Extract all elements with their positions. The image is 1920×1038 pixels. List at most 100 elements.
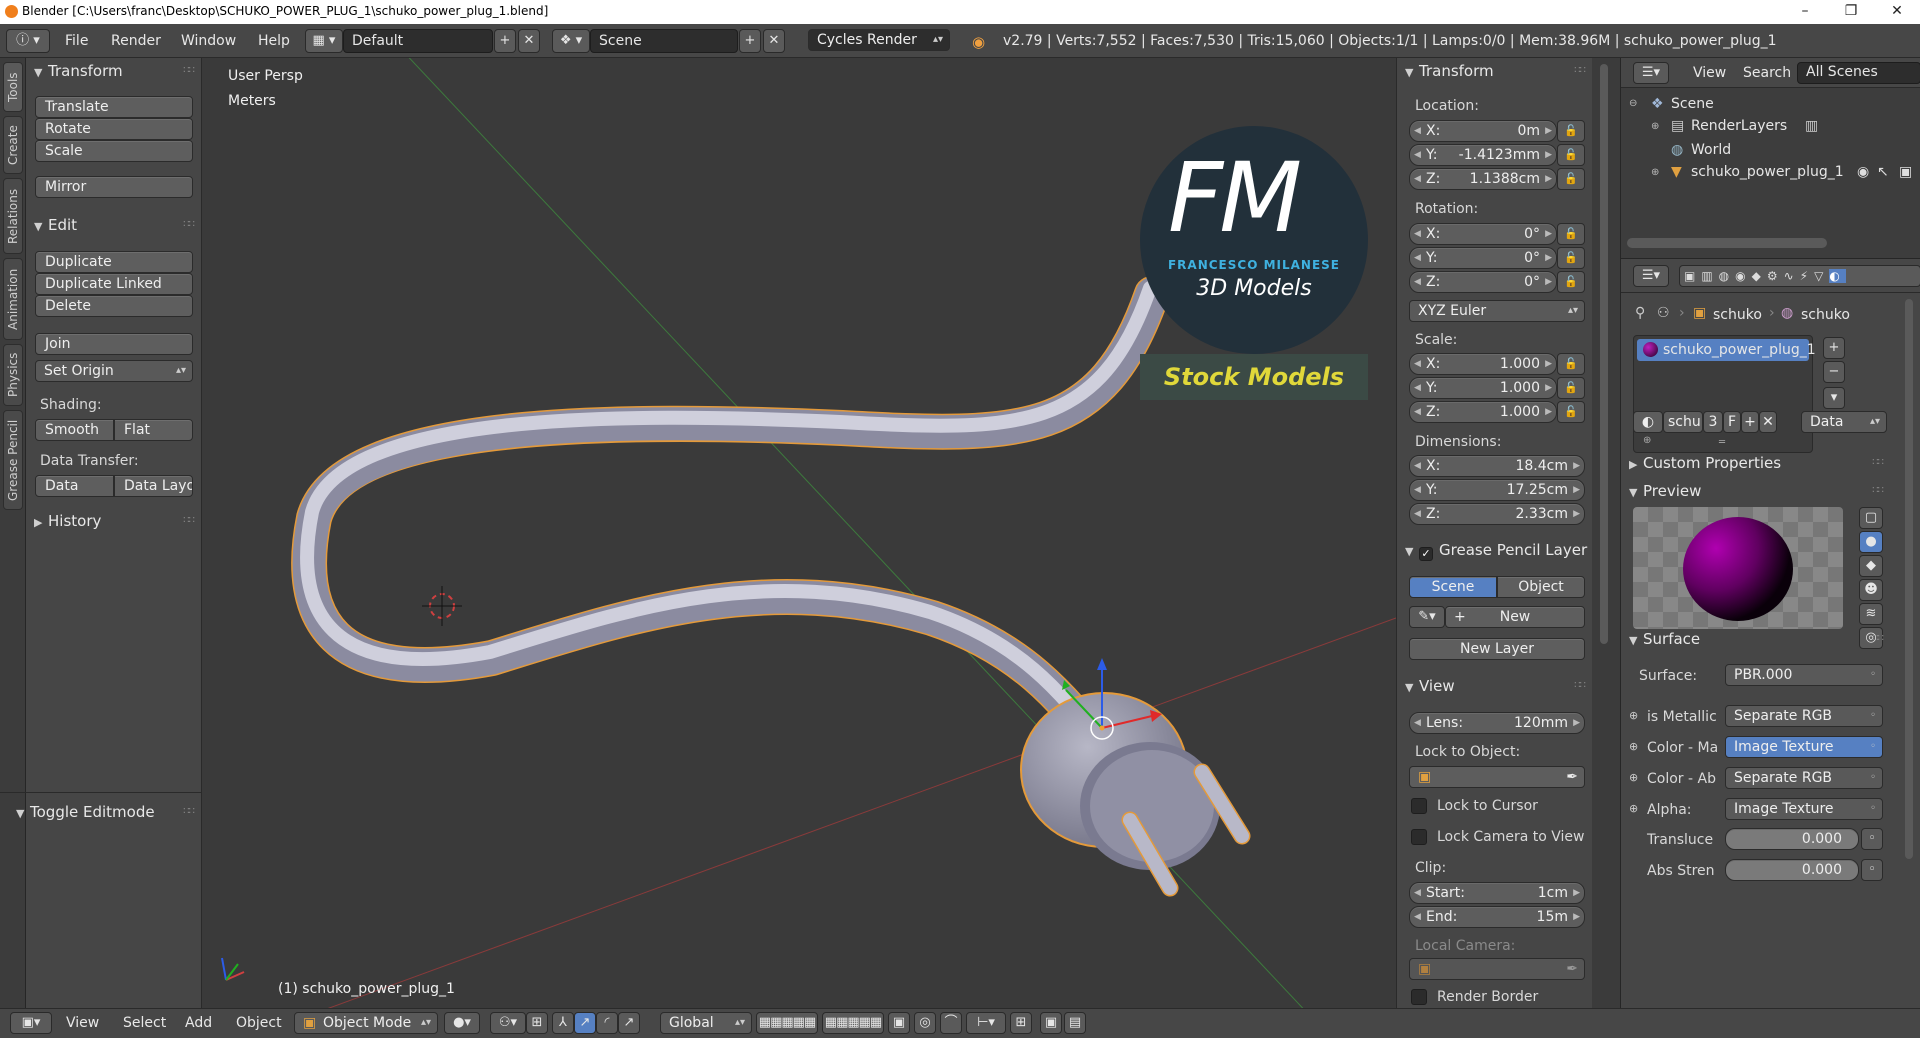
surface-shader-dropdown[interactable]: PBR.000 ◦ bbox=[1725, 664, 1883, 686]
lock-rotation-z-icon[interactable]: 🔓 bbox=[1557, 271, 1585, 293]
remove-slot-icon[interactable]: − bbox=[1823, 361, 1845, 383]
rotate-manipulator-icon[interactable]: ↗ bbox=[574, 1012, 596, 1034]
material-tab-icon[interactable]: ◐ bbox=[1829, 269, 1846, 283]
rotation-z-field[interactable]: ◀ Z: 0° ▶ bbox=[1409, 271, 1557, 293]
outliner-scene[interactable]: Scene bbox=[1671, 96, 1714, 112]
input-link-alpha[interactable]: Image Texture ◦ bbox=[1725, 798, 1883, 820]
grease-pencil-checkbox[interactable]: ✓ bbox=[1419, 547, 1433, 561]
location-z-field[interactable]: ◀ Z: 1.1388cm ▶ bbox=[1409, 168, 1557, 190]
unlink-material-icon[interactable]: ✕ bbox=[1759, 411, 1777, 433]
outliner-search-menu[interactable]: Search bbox=[1743, 65, 1791, 81]
menu-object[interactable]: Object bbox=[236, 1015, 282, 1031]
preview-monkey-icon[interactable]: ☻ bbox=[1859, 579, 1883, 601]
menu-help[interactable]: Help bbox=[258, 33, 290, 49]
menu-window[interactable]: Window bbox=[181, 33, 236, 49]
input-link-color-ab[interactable]: Separate RGB ◦ bbox=[1725, 767, 1883, 789]
material-users-count[interactable]: 3 bbox=[1703, 411, 1723, 433]
grip-icon[interactable]: ∷∷ bbox=[1574, 59, 1586, 83]
tab-grease-pencil[interactable]: Grease Pencil bbox=[3, 410, 23, 510]
duplicate-linked-button[interactable]: Duplicate Linked bbox=[35, 273, 193, 295]
abs-strength-link-icon[interactable]: ◦ bbox=[1861, 859, 1883, 881]
view-panel-header[interactable]: ▼ View ∷∷ bbox=[1397, 674, 1593, 698]
lock-layers-icon[interactable]: ▣ bbox=[888, 1012, 910, 1034]
scale-y-field[interactable]: ◀ Y: 1.000 ▶ bbox=[1409, 377, 1557, 399]
opengl-anim-icon[interactable]: ▤ bbox=[1064, 1012, 1086, 1034]
transform-panel-header[interactable]: ▼ Transform ∷∷ bbox=[26, 59, 202, 83]
screen-layout-icon[interactable]: ▦ ▾ bbox=[305, 29, 343, 53]
mirror-button[interactable]: Mirror bbox=[35, 176, 193, 198]
dimension-x-field[interactable]: ◀ X: 18.4cm ▶ bbox=[1409, 455, 1585, 477]
preview-cube-icon[interactable]: ◆ bbox=[1859, 555, 1883, 577]
collapse-icon[interactable]: ⊖ bbox=[1629, 98, 1637, 109]
delete-button[interactable]: Delete bbox=[35, 295, 193, 317]
display-mode-dropdown[interactable]: All Scenes bbox=[1797, 62, 1920, 84]
pencil-icon[interactable]: ✎▾ bbox=[1409, 606, 1445, 628]
translucence-link-icon[interactable]: ◦ bbox=[1861, 828, 1883, 850]
outliner-world[interactable]: World bbox=[1691, 142, 1731, 158]
editor-type-3d-icon[interactable]: ▣▾ bbox=[10, 1012, 52, 1034]
properties-context-tabs[interactable]: ▣▥◍◉◆⚙∿⚡▽◐ bbox=[1679, 265, 1920, 287]
clip-start-field[interactable]: ◀ Start: 1cm ▶ bbox=[1409, 882, 1585, 904]
gp-new-button[interactable]: + New bbox=[1445, 606, 1585, 628]
visibility-eye-icon[interactable]: ◉ bbox=[1857, 164, 1869, 180]
grip-icon[interactable]: ∷∷ bbox=[183, 800, 195, 824]
lock-rotation-x-icon[interactable]: 🔓 bbox=[1557, 223, 1585, 245]
orientation-dropdown[interactable]: Global ▴▾ bbox=[660, 1012, 752, 1034]
expand-icon[interactable]: ⊕ bbox=[1651, 121, 1659, 132]
custom-properties-header[interactable]: ▶ Custom Properties ∷∷ bbox=[1621, 451, 1891, 475]
duplicate-button[interactable]: Duplicate bbox=[35, 251, 193, 273]
preview-hair-icon[interactable]: ≋ bbox=[1859, 603, 1883, 625]
menu-render[interactable]: Render bbox=[111, 33, 161, 49]
npanel-scrollbar[interactable] bbox=[1600, 64, 1608, 644]
rotation-y-field[interactable]: ◀ Y: 0° ▶ bbox=[1409, 247, 1557, 269]
grip-icon[interactable]: ∷∷ bbox=[183, 59, 195, 83]
scale-x-field[interactable]: ◀ X: 1.000 ▶ bbox=[1409, 353, 1557, 375]
scene-icon[interactable]: ❖ ▾ bbox=[552, 29, 590, 53]
location-x-field[interactable]: ◀ X: 0m ▶ bbox=[1409, 120, 1557, 142]
layers-grid-1[interactable]: ▦▦▦▦▦ bbox=[756, 1012, 818, 1034]
menu-select[interactable]: Select bbox=[123, 1015, 166, 1031]
proportional-edit-icon[interactable]: ◎ bbox=[914, 1012, 936, 1034]
add-slot-icon[interactable]: + bbox=[1823, 337, 1845, 359]
viewport-shading-icon[interactable]: ●▾ bbox=[444, 1012, 480, 1034]
history-panel-header[interactable]: ▶ History ∷∷ bbox=[26, 509, 202, 533]
link-data-dropdown[interactable]: Data ▴▾ bbox=[1801, 411, 1887, 433]
scale-button[interactable]: Scale bbox=[35, 140, 193, 162]
lock-location-z-icon[interactable]: 🔓 bbox=[1557, 168, 1585, 190]
outliner-renderlayers[interactable]: RenderLayers bbox=[1691, 118, 1787, 134]
dimension-y-field[interactable]: ◀ Y: 17.25cm ▶ bbox=[1409, 479, 1585, 501]
snap-target-icon[interactable]: ⊞ bbox=[1010, 1012, 1032, 1034]
menu-file[interactable]: File bbox=[65, 33, 88, 49]
grip-icon[interactable]: ∷∷ bbox=[1872, 627, 1884, 651]
browse-icon[interactable]: ⚇ bbox=[1657, 305, 1670, 321]
input-expand-icon[interactable]: ⊕ bbox=[1629, 709, 1638, 722]
lock-location-y-icon[interactable]: 🔓 bbox=[1557, 144, 1585, 166]
rotation-mode-dropdown[interactable]: XYZ Euler ▴▾ bbox=[1409, 300, 1585, 322]
breadcrumb-material[interactable]: schuko bbox=[1801, 307, 1850, 323]
grease-pencil-layer-header[interactable]: ▼ ✓ Grease Pencil Layer bbox=[1397, 538, 1593, 562]
remove-scene-icon[interactable]: ✕ bbox=[763, 29, 785, 53]
flat-button[interactable]: Flat bbox=[114, 419, 193, 441]
tab-create[interactable]: Create bbox=[3, 116, 23, 174]
manipulator-toggle-icon[interactable]: ⊞ bbox=[526, 1012, 548, 1034]
gp-scene-button[interactable]: Scene bbox=[1409, 576, 1497, 598]
editor-type-info-icon[interactable]: ⓘ ▾ bbox=[6, 29, 50, 53]
abs-strength-slider[interactable]: 0.000 bbox=[1725, 859, 1859, 881]
outliner-scrollbar[interactable] bbox=[1627, 238, 1827, 248]
outliner-view-menu[interactable]: View bbox=[1693, 65, 1726, 81]
data-layout-button[interactable]: Data Layo bbox=[114, 475, 193, 497]
set-origin-dropdown[interactable]: Set Origin ▴▾ bbox=[35, 360, 193, 382]
grip-icon[interactable]: ∷∷ bbox=[1574, 674, 1586, 698]
pivot-point-icon[interactable]: ⚇▾ bbox=[490, 1012, 526, 1034]
dimension-z-field[interactable]: ◀ Z: 2.33cm ▶ bbox=[1409, 503, 1585, 525]
input-link-color-ma[interactable]: Image Texture ◦ bbox=[1725, 736, 1883, 758]
clip-end-field[interactable]: ◀ End: 15m ▶ bbox=[1409, 906, 1585, 928]
tab-physics[interactable]: Physics bbox=[3, 344, 23, 406]
grip-icon[interactable]: ∷∷ bbox=[1872, 479, 1884, 503]
eyedropper-icon[interactable]: ✒ bbox=[1566, 767, 1578, 787]
render-border-checkbox[interactable] bbox=[1411, 989, 1427, 1005]
selectable-arrow-icon[interactable]: ↖ bbox=[1877, 164, 1889, 180]
close-window-button[interactable]: ✕ bbox=[1874, 0, 1920, 24]
tab-animation[interactable]: Animation bbox=[3, 258, 23, 340]
scale-manipulator-icon[interactable]: ◜ bbox=[596, 1012, 618, 1034]
